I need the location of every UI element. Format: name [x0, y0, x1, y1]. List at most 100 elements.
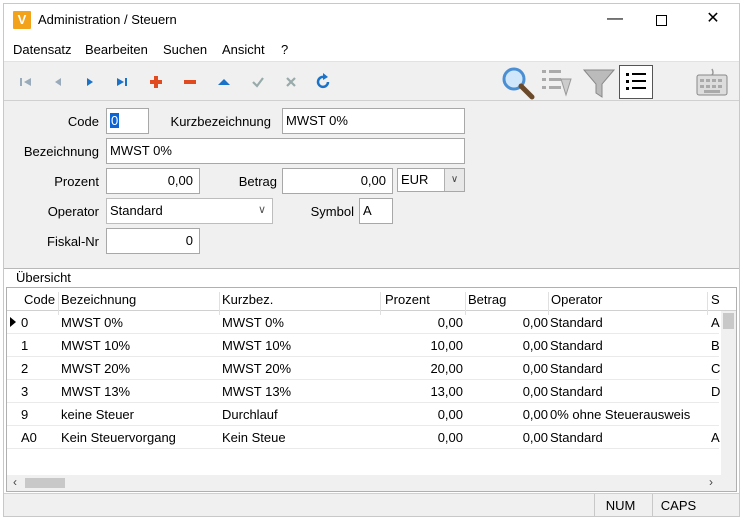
- window-title: Administration / Steuern: [38, 12, 177, 27]
- prev-record-button[interactable]: [48, 72, 68, 92]
- cell-prozent: 0,00: [437, 315, 463, 330]
- menu-ansicht[interactable]: Ansicht: [222, 42, 265, 57]
- menu-suchen[interactable]: Suchen: [163, 42, 207, 57]
- search-button[interactable]: [500, 65, 536, 101]
- sort-list-button[interactable]: [539, 65, 575, 101]
- horizontal-scrollbar[interactable]: ‹ ›: [7, 475, 736, 491]
- table-row[interactable]: 0 MWST 0% MWST 0% 0,00 0,00 Standard A: [7, 311, 720, 334]
- table-row[interactable]: 2 MWST 20% MWST 20% 20,00 0,00 Standard C: [7, 357, 721, 380]
- symbol-label: Symbol: [310, 204, 354, 219]
- current-row-indicator-icon: [10, 317, 16, 327]
- betrag-input[interactable]: 0,00: [282, 168, 393, 194]
- cell-betrag: 0,00: [522, 361, 548, 376]
- menu-help[interactable]: ?: [281, 42, 288, 57]
- cell-symbol: A: [711, 430, 720, 445]
- filter-button[interactable]: [581, 65, 617, 101]
- bezeichnung-input[interactable]: MWST 0%: [106, 138, 465, 164]
- kurzbezeichnung-input[interactable]: MWST 0%: [282, 108, 465, 134]
- code-value: 0: [110, 113, 120, 128]
- cancel-button[interactable]: [281, 72, 301, 92]
- cell-operator: Standard: [550, 338, 603, 353]
- cell-code: 0: [21, 315, 29, 330]
- menu-bar: Datensatz Bearbeiten Suchen Ansicht ?: [4, 39, 739, 61]
- col-header-kurzbez[interactable]: Kurzbez.: [222, 292, 273, 307]
- cell-code: 2: [21, 361, 29, 376]
- keyboard-button[interactable]: [694, 65, 730, 101]
- scroll-left-icon[interactable]: ‹: [7, 475, 23, 491]
- fiskal-nr-input[interactable]: 0: [106, 228, 200, 254]
- bezeichnung-label: Bezeichnung: [23, 144, 99, 159]
- cell-symbol: B: [711, 338, 720, 353]
- menu-datensatz[interactable]: Datensatz: [13, 42, 72, 57]
- col-header-betrag[interactable]: Betrag: [468, 292, 506, 307]
- cell-bezeichnung: Kein Steuervorgang: [61, 430, 176, 445]
- search-icon: [502, 67, 535, 100]
- symbol-input[interactable]: A: [359, 198, 393, 224]
- overview-title: Übersicht: [16, 270, 71, 285]
- cell-kurzbez: MWST 13%: [222, 384, 292, 399]
- cell-symbol: D: [711, 384, 721, 399]
- code-input[interactable]: 0: [106, 108, 149, 134]
- cell-operator: Standard: [550, 430, 603, 445]
- scroll-thumb-horizontal[interactable]: [25, 478, 65, 488]
- minimize-button[interactable]: —: [592, 4, 638, 36]
- main-window: V Administration / Steuern — ✕ Datensatz…: [3, 3, 740, 517]
- next-record-icon: [87, 78, 93, 86]
- scroll-thumb[interactable]: [723, 313, 734, 329]
- col-header-code[interactable]: Code: [24, 292, 55, 307]
- close-button[interactable]: ✕: [690, 4, 736, 36]
- refresh-button[interactable]: [314, 72, 334, 92]
- table-header: Code Bezeichnung Kurzbez. Prozent Betrag…: [7, 288, 736, 315]
- next-record-button[interactable]: [80, 72, 100, 92]
- first-record-button[interactable]: [16, 72, 36, 92]
- col-header-prozent[interactable]: Prozent: [385, 292, 430, 307]
- cell-bezeichnung: MWST 20%: [61, 361, 131, 376]
- maximize-icon: [655, 15, 667, 26]
- table-row[interactable]: A0 Kein Steuervorgang Kein Steue 0,00 0,00 St…: [7, 426, 720, 449]
- minus-icon: [184, 80, 196, 84]
- record-form: Code 0 Kurzbezeichnung MWST 0% Bezeichnu…: [4, 101, 739, 269]
- betrag-label: Betrag: [238, 174, 277, 189]
- currency-select[interactable]: EUR ∨: [397, 168, 465, 192]
- cell-betrag: 0,00: [522, 384, 548, 399]
- vertical-scrollbar[interactable]: [721, 311, 736, 491]
- status-bar: NUM CAPS: [4, 493, 739, 516]
- cell-betrag: 0,00: [522, 407, 548, 422]
- app-icon: V: [13, 11, 31, 29]
- cell-kurzbez: Durchlauf: [222, 407, 278, 422]
- cancel-x-icon: [286, 77, 296, 87]
- col-header-operator[interactable]: Operator: [551, 292, 602, 307]
- cell-prozent: 0,00: [437, 407, 463, 422]
- table-row[interactable]: 1 MWST 10% MWST 10% 10,00 0,00 Standard B: [7, 334, 720, 357]
- menu-bearbeiten[interactable]: Bearbeiten: [85, 42, 148, 57]
- cell-code: 1: [21, 338, 29, 353]
- add-record-button[interactable]: [146, 72, 166, 92]
- overview-table: Code Bezeichnung Kurzbez. Prozent Betrag…: [6, 287, 737, 492]
- cell-prozent: 0,00: [437, 430, 463, 445]
- edit-record-button[interactable]: [214, 72, 234, 92]
- col-header-symbol[interactable]: S: [711, 292, 720, 307]
- num-indicator: NUM: [594, 494, 646, 516]
- table-row[interactable]: 3 MWST 13% MWST 13% 13,00 0,00 Standard D: [7, 380, 721, 403]
- caps-indicator: CAPS: [652, 494, 704, 516]
- operator-label: Operator: [47, 204, 99, 219]
- cell-code: 3: [21, 384, 29, 399]
- col-header-bezeichnung[interactable]: Bezeichnung: [61, 292, 136, 307]
- operator-select[interactable]: Standard ∨: [106, 198, 273, 224]
- cell-symbol: C: [711, 361, 721, 376]
- table-row[interactable]: 9 keine Steuer Durchlauf 0,00 0,00 0% ohne St…: [7, 403, 719, 426]
- confirm-button[interactable]: [248, 72, 268, 92]
- cell-operator: Standard: [550, 384, 603, 399]
- last-record-button[interactable]: [112, 72, 132, 92]
- first-record-icon: [20, 78, 31, 86]
- cell-kurzbez: Kein Steue: [222, 430, 286, 445]
- scroll-right-icon[interactable]: ›: [703, 475, 719, 491]
- prozent-input[interactable]: 0,00: [106, 168, 200, 194]
- delete-record-button[interactable]: [180, 72, 200, 92]
- operator-value: Standard: [110, 203, 163, 218]
- list-view-button[interactable]: [619, 65, 653, 99]
- keyboard-icon: [696, 68, 728, 96]
- cell-operator: Standard: [550, 361, 603, 376]
- maximize-button[interactable]: [638, 4, 684, 36]
- chevron-down-icon: ∨: [444, 169, 464, 191]
